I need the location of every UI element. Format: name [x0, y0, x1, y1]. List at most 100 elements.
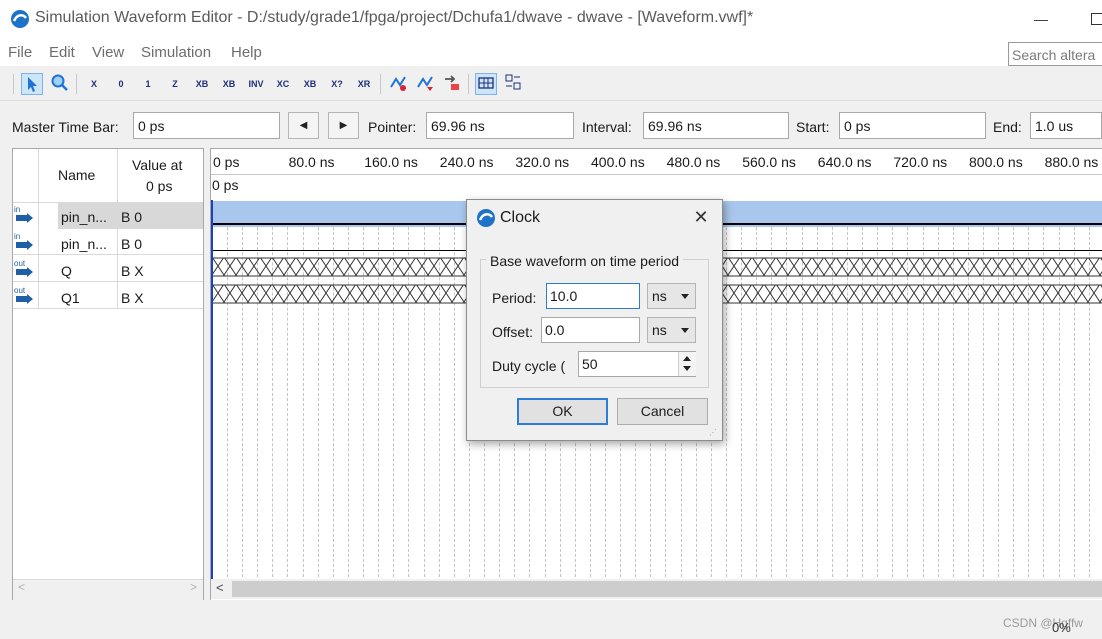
- generate-netlist-button[interactable]: [441, 73, 463, 95]
- menu-simulation[interactable]: Simulation: [141, 44, 211, 61]
- name-column-header[interactable]: Name: [58, 167, 95, 183]
- start-field[interactable]: 0 ps: [839, 112, 986, 139]
- simulate-functional-icon: [390, 76, 406, 91]
- run-functional-simulation-button[interactable]: [387, 73, 409, 95]
- node-name[interactable]: Q1: [61, 290, 80, 306]
- grid-icon: [478, 77, 494, 89]
- app-logo-icon: [11, 10, 29, 28]
- end-field[interactable]: 1.0 us: [1030, 112, 1102, 139]
- spin-down-icon[interactable]: [683, 366, 691, 371]
- scroll-right-arrow-icon[interactable]: >: [190, 580, 197, 594]
- netlist-icon: [445, 75, 459, 90]
- group-label: Base waveform on time period: [486, 253, 684, 269]
- time-tick-label: 240.0 ns: [439, 154, 494, 170]
- window-title: Simulation Waveform Editor - D:/study/gr…: [35, 9, 754, 26]
- close-icon[interactable]: ✕: [690, 206, 712, 228]
- menu-help[interactable]: Help: [231, 44, 262, 61]
- next-transition-button[interactable]: ▶: [328, 112, 359, 139]
- time-tick-label: 160.0 ns: [364, 154, 418, 170]
- node-value: B 0: [121, 209, 143, 225]
- cancel-button[interactable]: Cancel: [617, 398, 708, 425]
- output-pin-icon: out: [14, 286, 34, 306]
- run-timing-simulation-button[interactable]: [414, 73, 436, 95]
- scroll-left-arrow-icon[interactable]: <: [216, 580, 224, 595]
- time-tick-label: 320.0 ns: [515, 154, 570, 170]
- sort-button[interactable]: [502, 73, 524, 95]
- time-tick-label: 400.0 ns: [591, 154, 645, 170]
- zoom-tool-button[interactable]: [49, 73, 71, 95]
- time-tick-label: 720.0 ns: [893, 154, 948, 170]
- value-column-header[interactable]: Value at: [132, 157, 182, 173]
- resize-grip-icon[interactable]: ⋰: [709, 428, 719, 438]
- period-unit-select[interactable]: ns: [647, 283, 696, 309]
- time-ruler-divider: [211, 174, 1102, 175]
- arbitrary-value-button[interactable]: XR: [353, 73, 375, 95]
- pointer-label: Pointer:: [368, 119, 417, 135]
- app-logo-icon: [477, 209, 495, 227]
- duty-cycle-value: 50: [582, 356, 598, 372]
- search-input[interactable]: Search altera: [1008, 42, 1102, 66]
- previous-transition-button[interactable]: ◀: [288, 112, 319, 139]
- random-value-button[interactable]: X?: [326, 73, 348, 95]
- node-name[interactable]: Q: [61, 263, 72, 279]
- interval-field[interactable]: 69.96 ns: [643, 112, 789, 139]
- master-time-bar-field[interactable]: 0 ps: [133, 112, 280, 139]
- menu-file[interactable]: File: [8, 44, 32, 61]
- node-list-scrollbar[interactable]: [13, 579, 203, 600]
- time-cursor[interactable]: [211, 200, 213, 582]
- pointer-field[interactable]: 69.96 ns: [426, 112, 574, 139]
- pin-direction-label: in: [14, 205, 21, 214]
- force-unknown-button[interactable]: X: [83, 73, 105, 95]
- minimize-button[interactable]: —: [1026, 6, 1056, 32]
- start-label: Start:: [796, 119, 830, 135]
- output-pin-icon: out: [14, 259, 34, 279]
- pin-direction-label: out: [14, 259, 26, 268]
- input-pin-icon: in: [14, 232, 34, 252]
- force-high-button[interactable]: 1: [137, 73, 159, 95]
- snap-to-grid-button[interactable]: [475, 73, 497, 95]
- node-value: B 0: [121, 236, 143, 252]
- node-value: B X: [121, 290, 144, 306]
- node-name[interactable]: pin_n...: [61, 236, 107, 252]
- time-tick-label: 880.0 ns: [1044, 154, 1099, 170]
- force-high-impedance-button[interactable]: Z: [164, 73, 186, 95]
- maximize-button[interactable]: [1086, 6, 1102, 32]
- offset-label: Offset:: [492, 324, 533, 340]
- value-column-header-time: 0 ps: [146, 178, 173, 194]
- force-weak-low-button[interactable]: XB: [191, 73, 213, 95]
- force-low-button[interactable]: 0: [110, 73, 132, 95]
- dialog-title: Clock: [500, 209, 541, 226]
- node-row[interactable]: [13, 283, 203, 309]
- spin-up-icon[interactable]: [683, 356, 691, 361]
- invert-button[interactable]: INV: [245, 73, 267, 95]
- node-row[interactable]: [13, 229, 203, 255]
- overwrite-clock-button[interactable]: XB: [299, 73, 321, 95]
- chevron-down-icon: [681, 294, 689, 299]
- pin-direction-label: in: [14, 232, 21, 241]
- pin-direction-label: out: [14, 286, 26, 295]
- unit-value: ns: [652, 288, 667, 304]
- menu-edit[interactable]: Edit: [49, 44, 75, 61]
- spinbox-arrows[interactable]: [678, 352, 696, 376]
- unit-value: ns: [652, 322, 667, 338]
- chevron-down-icon: [681, 328, 689, 333]
- cursor-arrow-icon: [28, 77, 37, 92]
- menu-view[interactable]: View: [92, 44, 124, 61]
- node-row[interactable]: [13, 256, 203, 282]
- master-time-bar-label: Master Time Bar:: [12, 119, 119, 135]
- selection-tool-button[interactable]: [21, 73, 43, 95]
- cursor-time-label: 0 ps: [212, 177, 239, 193]
- period-input[interactable]: 10.0: [546, 283, 640, 309]
- offset-input[interactable]: 0.0: [541, 317, 640, 343]
- duty-cycle-label: Duty cycle (: [492, 358, 566, 374]
- toolbar-separator: [76, 74, 77, 94]
- count-value-button[interactable]: XC: [272, 73, 294, 95]
- node-value: B X: [121, 263, 144, 279]
- toolbar-separator: [380, 74, 381, 94]
- scrollbar-thumb[interactable]: [232, 581, 1102, 597]
- offset-unit-select[interactable]: ns: [647, 317, 696, 343]
- force-weak-high-button[interactable]: XB: [218, 73, 240, 95]
- node-name[interactable]: pin_n...: [61, 209, 107, 225]
- scroll-left-arrow-icon[interactable]: <: [18, 580, 25, 594]
- ok-button[interactable]: OK: [517, 398, 608, 425]
